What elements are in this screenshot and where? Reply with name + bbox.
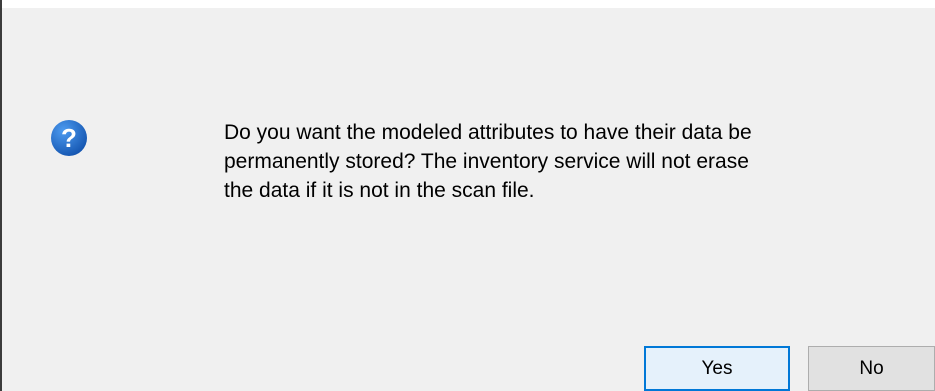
- dialog-left-border: [0, 0, 2, 391]
- dialog-message: Do you want the modeled attributes to ha…: [224, 121, 752, 202]
- confirm-dialog: ? Do you want the modeled attributes to …: [0, 0, 935, 391]
- yes-button[interactable]: Yes: [644, 346, 790, 391]
- dialog-top-strip: [2, 0, 935, 8]
- question-icon: ?: [49, 118, 89, 158]
- svg-text:?: ?: [61, 123, 77, 153]
- no-button[interactable]: No: [808, 346, 935, 391]
